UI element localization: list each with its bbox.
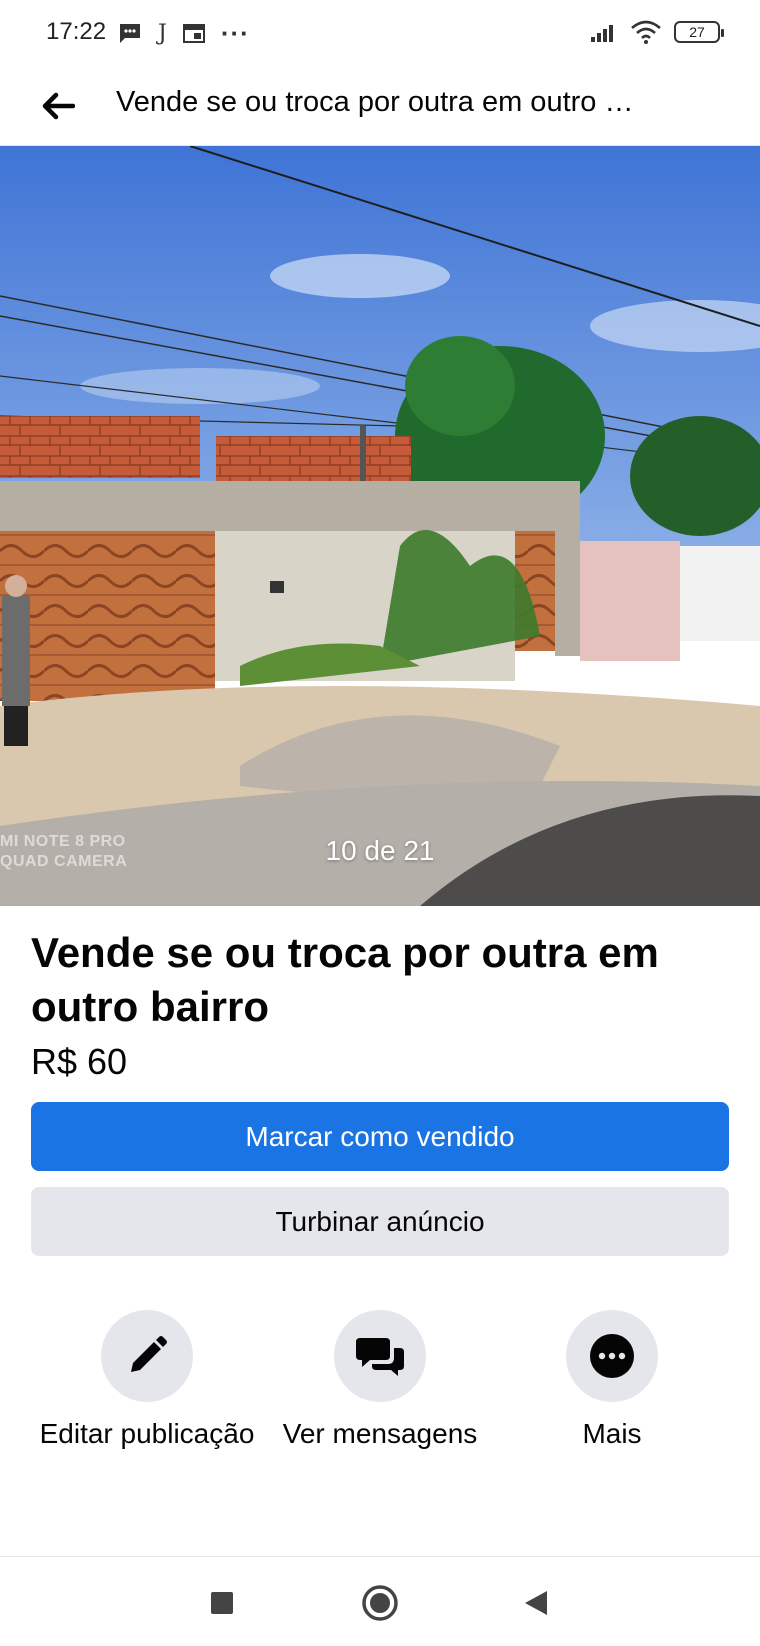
more-action[interactable]: Mais: [497, 1310, 727, 1451]
messages-icon: [356, 1338, 404, 1376]
pencil-icon: [131, 1336, 167, 1372]
house-photo-image: [0, 146, 760, 906]
more-dots-icon: ···: [220, 17, 250, 48]
status-bar: 17:22 J ··· 27: [0, 0, 760, 66]
system-navigation-bar: [0, 1556, 760, 1646]
edit-post-action[interactable]: Editar publicação: [32, 1310, 262, 1451]
more-button[interactable]: [566, 1310, 658, 1402]
arrow-left-icon: [42, 92, 75, 120]
home-button[interactable]: [358, 1581, 402, 1625]
square-icon: [211, 1592, 233, 1614]
view-messages-action[interactable]: Ver mensagens: [265, 1310, 495, 1451]
top-app-bar: Vende se ou troca por outra em outro bai…: [0, 66, 760, 146]
mark-as-sold-button[interactable]: Marcar como vendido: [31, 1102, 729, 1171]
listing-title: Vende se ou troca por outra em outro bai…: [31, 929, 659, 1030]
view-messages-button[interactable]: [334, 1310, 426, 1402]
notification-icons: J ···: [118, 18, 250, 48]
triangle-back-icon: [525, 1591, 547, 1615]
more-label: Mais: [582, 1418, 642, 1449]
status-time: 17:22: [46, 18, 107, 45]
edit-post-label: Editar publicação: [39, 1418, 255, 1449]
boost-listing-button[interactable]: Turbinar anúncio: [31, 1187, 729, 1256]
status-right-icons: 27: [590, 20, 724, 44]
header-title: Vende se ou troca por outra em outro bai…: [116, 86, 646, 118]
view-messages-label: Ver mensagens: [282, 1418, 478, 1449]
message-icon: [120, 24, 140, 43]
circle-home-icon: [362, 1585, 398, 1621]
j-letter-icon: J: [158, 20, 167, 46]
back-nav-button[interactable]: [514, 1581, 558, 1625]
signal-icon: [591, 25, 613, 42]
listing-photo[interactable]: [0, 146, 760, 906]
photo-counter: 10 de 21: [325, 835, 435, 866]
listing-price: R$ 60: [31, 1041, 128, 1082]
battery-icon: 27: [674, 21, 724, 43]
calendar-icon: [182, 24, 205, 43]
wifi-icon: [631, 20, 661, 44]
edit-post-button[interactable]: [101, 1310, 193, 1402]
more-icon: [590, 1334, 634, 1378]
back-button[interactable]: [34, 82, 82, 130]
recents-button[interactable]: [200, 1581, 244, 1625]
